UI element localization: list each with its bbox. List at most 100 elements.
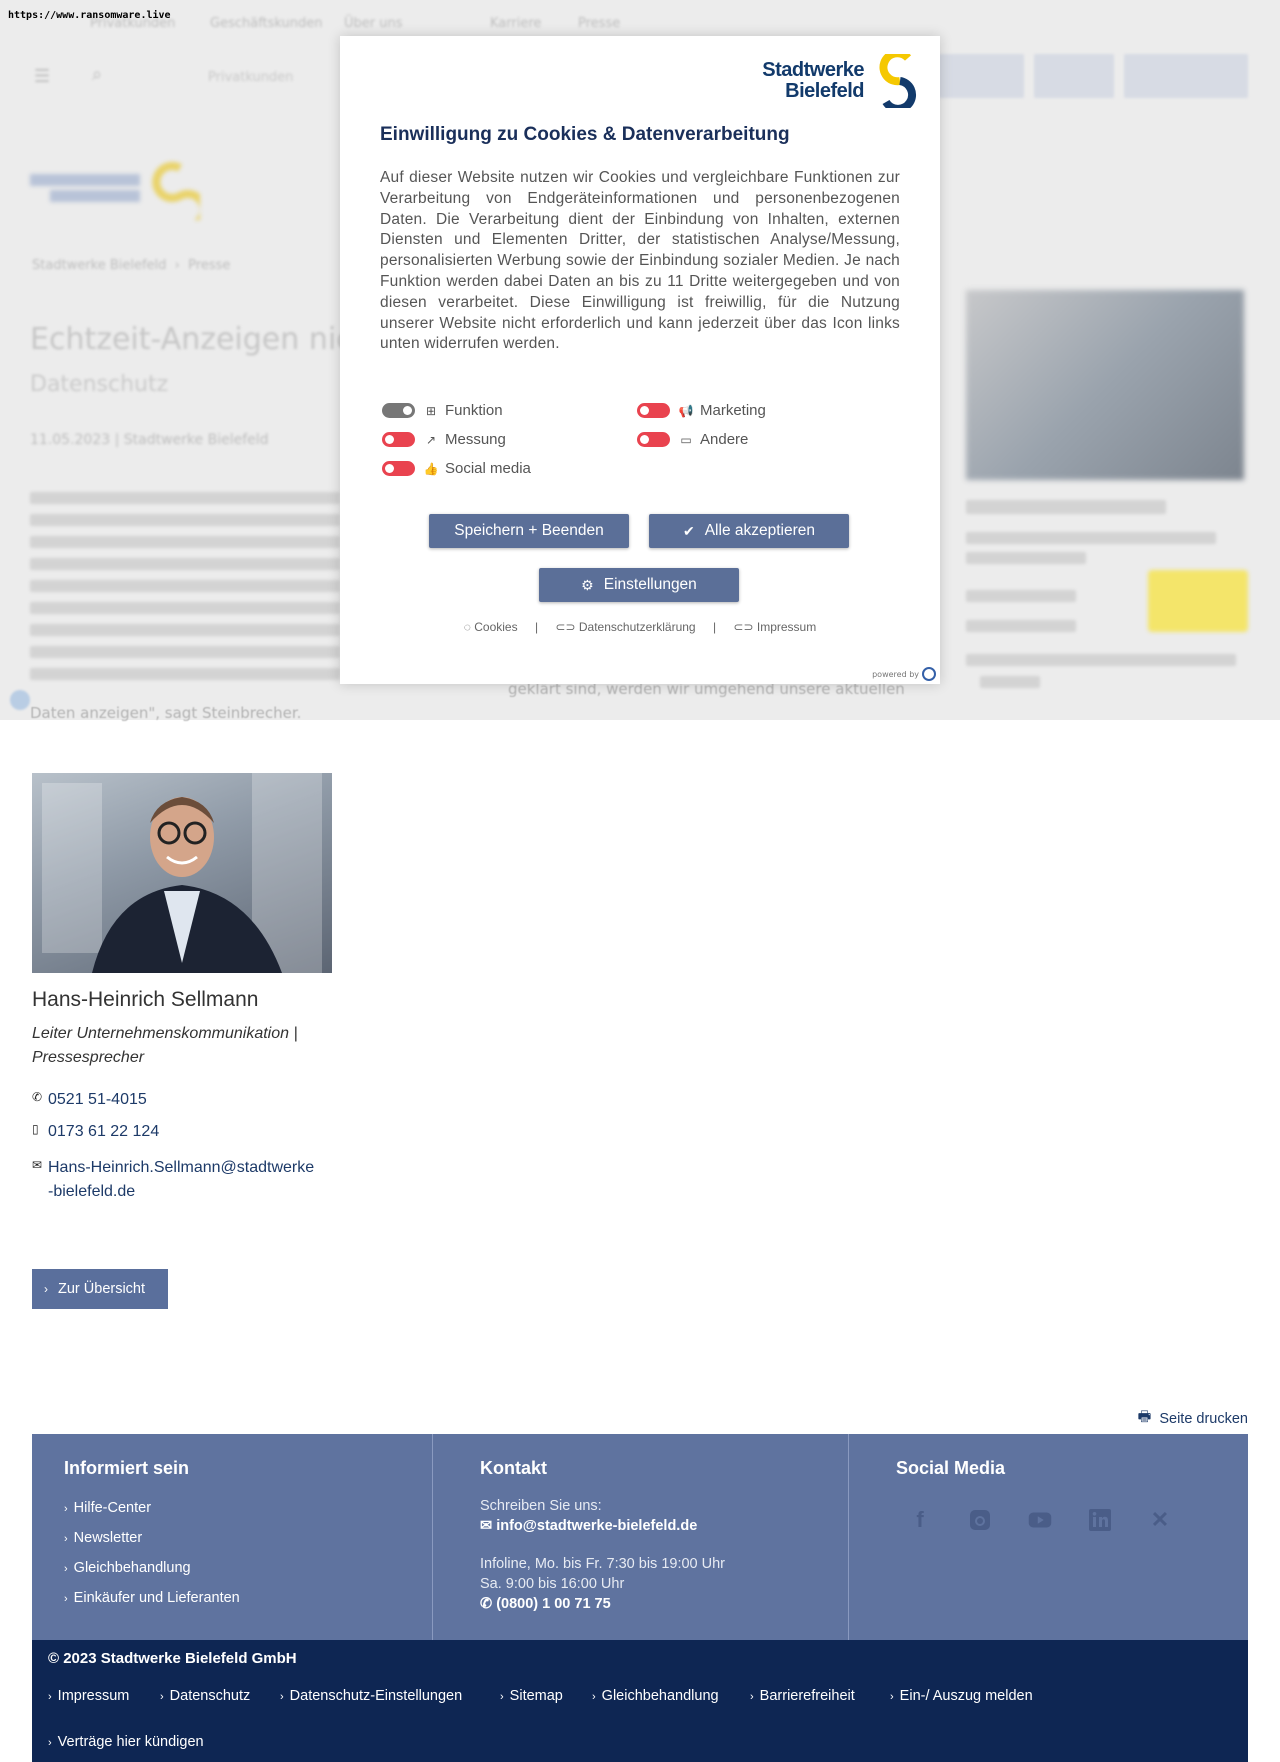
settings-button[interactable]: ⚙ Einstellungen xyxy=(539,568,739,602)
toggle-switch[interactable] xyxy=(637,403,670,418)
footer-bottom-link[interactable]: › Ein-/ Auszug melden xyxy=(890,1688,1033,1704)
bg-nav-item: Karriere xyxy=(490,16,542,31)
toggle-switch[interactable] xyxy=(382,432,415,447)
facebook-icon[interactable]: f xyxy=(908,1507,932,1532)
megaphone-icon: 📢 xyxy=(678,403,694,418)
printer-icon: 🖶 xyxy=(1137,1409,1152,1425)
bg-tail-text: Daten anzeigen", sagt Steinbrecher. xyxy=(30,704,302,722)
privacy-link[interactable]: ⊂⊃ Datenschutzerklärung xyxy=(555,620,695,634)
thumbs-up-icon: 👍 xyxy=(423,461,439,476)
bg-nav-item: Über uns xyxy=(344,16,403,31)
contact-mobile[interactable]: ▯ 0173 61 22 124 xyxy=(32,1120,318,1144)
modal-intro-text: Auf dieser Website nutzen wir Cookies un… xyxy=(380,169,900,353)
bg-chat-button xyxy=(1148,570,1248,632)
toggle-funktion[interactable]: ⊞ Funktion xyxy=(382,402,503,419)
bg-subline: Datenschutz xyxy=(30,372,169,397)
footer: Informiert sein › Hilfe-Center › Newslette… xyxy=(32,1434,1248,1640)
footer-link[interactable]: › Newsletter xyxy=(64,1530,240,1560)
toggle-label: Marketing xyxy=(700,402,766,419)
footer-bottom-link[interactable]: › Datenschutz xyxy=(160,1688,250,1704)
instagram-icon[interactable] xyxy=(968,1508,992,1532)
social-icons: f ✕ xyxy=(908,1507,1172,1532)
gear-icon: ⚙ xyxy=(581,576,594,593)
overview-button[interactable]: › Zur Übersicht xyxy=(32,1269,168,1309)
cookie-revoke-icon[interactable] xyxy=(10,690,30,710)
toggle-label: Funktion xyxy=(445,402,503,419)
phone-icon: ✆ xyxy=(480,1596,493,1612)
footer-heading: Kontakt xyxy=(480,1458,547,1478)
footer-heading: Social Media xyxy=(896,1458,1006,1478)
cookie-icon: ◌ xyxy=(463,620,475,634)
toggle-switch[interactable] xyxy=(637,432,670,447)
bg-nav-item: Presse xyxy=(578,16,621,31)
bg-search-icon: ⌕ xyxy=(92,64,103,85)
url-label: https://www.ransomware.live xyxy=(8,10,171,21)
footer-heading: Informiert sein xyxy=(64,1458,190,1478)
bg-subnav: Privatkunden xyxy=(208,70,294,85)
powered-by[interactable]: powered by xyxy=(872,667,936,681)
footer-col-info: Informiert sein › Hilfe-Center › Newslette… xyxy=(64,1434,424,1640)
envelope-icon: ✉ xyxy=(32,1158,43,1172)
print-page-link[interactable]: 🖶 Seite drucken xyxy=(1138,1406,1248,1431)
chevron-right-icon: › xyxy=(44,1282,48,1296)
footer-bottom-link[interactable]: › Impressum xyxy=(48,1688,129,1704)
toggle-label: Messung xyxy=(445,431,506,448)
mobile-icon: ▯ xyxy=(32,1122,39,1136)
footer-col-contact: Kontakt Schreiben Sie uns: ✉ info@stadtw… xyxy=(480,1434,840,1640)
toggle-switch[interactable] xyxy=(382,461,415,476)
infoline-text: Infoline, Mo. bis Fr. 7:30 bis 19:00 Uhr xyxy=(480,1556,726,1572)
logo-s-icon xyxy=(879,54,917,108)
provider-logo-icon xyxy=(922,667,936,681)
footer-info-links: › Hilfe-Center › Newsletter › Gleichbehandl… xyxy=(64,1500,240,1620)
footer-link[interactable]: › Gleichbehandlung xyxy=(64,1560,240,1590)
footer-bottom: © 2023 Stadtwerke Bielefeld GmbH › Impres… xyxy=(32,1640,1248,1762)
save-and-close-button[interactable]: Speichern + Beenden xyxy=(429,514,629,548)
stadtwerke-logo: Stadtwerke Bielefeld xyxy=(742,54,922,114)
cookies-link[interactable]: ◌ Cookies xyxy=(464,620,518,634)
contact-role: Leiter Unternehmenskommunikation | Press… xyxy=(32,1025,298,1066)
toggle-social-media[interactable]: 👍 Social media xyxy=(382,460,531,477)
infoline-saturday: Sa. 9:00 bis 16:00 Uhr xyxy=(480,1576,625,1592)
footer-col-social: Social Media f ✕ xyxy=(896,1434,1236,1640)
modal-title: Einwilligung zu Cookies & Datenverarbeit… xyxy=(380,124,790,145)
imprint-link[interactable]: ⊂⊃ Impressum xyxy=(733,620,816,634)
toggle-marketing[interactable]: 📢 Marketing xyxy=(637,402,766,419)
envelope-icon: ✉ xyxy=(480,1518,493,1534)
toggle-label: Social media xyxy=(445,460,531,477)
bg-logo xyxy=(30,162,200,220)
footer-phone-link[interactable]: ✆ (0800) 1 00 71 75 xyxy=(480,1596,611,1612)
contact-name: Hans-Heinrich Sellmann xyxy=(32,988,259,1011)
link-icon: ⊂⊃ xyxy=(555,620,579,634)
puzzle-icon: ⊞ xyxy=(425,403,437,418)
footer-bottom-link[interactable]: › Verträge hier kündigen xyxy=(48,1734,204,1750)
toggle-switch[interactable] xyxy=(382,403,415,418)
bg-dateline: 11.05.2023 | Stadtwerke Bielefeld xyxy=(30,432,269,448)
phone-icon: ✆ xyxy=(32,1090,43,1104)
xing-icon[interactable]: ✕ xyxy=(1148,1507,1172,1532)
toggle-messung[interactable]: ↗ Messung xyxy=(382,431,506,448)
linkedin-icon[interactable] xyxy=(1088,1508,1112,1532)
accept-all-button[interactable]: ✔ Alle akzeptieren xyxy=(649,514,849,548)
copyright: © 2023 Stadtwerke Bielefeld GmbH xyxy=(48,1650,297,1667)
toggle-andere[interactable]: ▭ Andere xyxy=(637,431,748,448)
bg-contact-photo xyxy=(966,290,1244,480)
footer-bottom-link[interactable]: › Sitemap xyxy=(500,1688,563,1704)
write-us-label: Schreiben Sie uns: xyxy=(480,1498,602,1514)
logo-text: Stadtwerke Bielefeld xyxy=(762,59,864,102)
comments-icon: ▭ xyxy=(680,432,692,447)
footer-bottom-link[interactable]: › Barrierefreiheit xyxy=(750,1688,855,1704)
toggle-label: Andere xyxy=(700,431,749,448)
contact-phone[interactable]: ✆ 0521 51-4015 xyxy=(32,1088,318,1112)
bg-menu-icon: ☰ xyxy=(34,66,51,87)
contact-email[interactable]: ✉ Hans-Heinrich.Sellmann@stadtwerke-biel… xyxy=(32,1156,318,1204)
footer-link[interactable]: › Hilfe-Center xyxy=(64,1500,240,1530)
chart-line-icon: ↗ xyxy=(425,432,437,447)
youtube-icon[interactable] xyxy=(1028,1508,1052,1532)
footer-bottom-link[interactable]: › Datenschutz-Einstellungen xyxy=(280,1688,462,1704)
footer-email-link[interactable]: ✉ info@stadtwerke-bielefeld.de xyxy=(480,1518,697,1534)
footer-bottom-link[interactable]: › Gleichbehandlung xyxy=(592,1688,719,1704)
bg-nav-item: Geschäftskunden xyxy=(210,16,323,31)
check-icon: ✔ xyxy=(682,522,695,539)
cookie-consent-modal: Stadtwerke Bielefeld Einwilligung zu Coo… xyxy=(340,36,940,684)
footer-link[interactable]: › Einkäufer und Lieferanten xyxy=(64,1590,240,1620)
